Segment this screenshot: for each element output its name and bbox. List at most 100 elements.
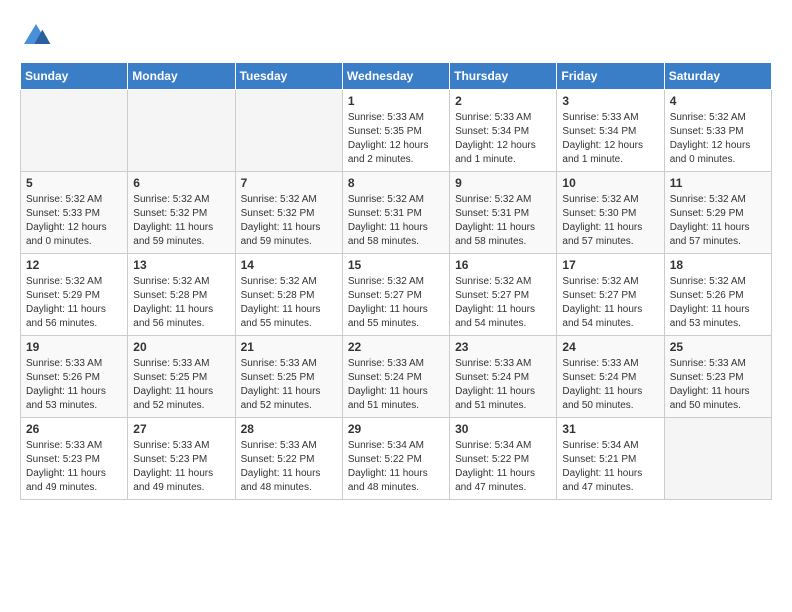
sunset-text: Sunset: 5:30 PM [562,208,636,219]
sunset-text: Sunset: 5:32 PM [133,208,207,219]
sunrise-text: Sunrise: 5:33 AM [26,440,102,451]
calendar-cell: 14 Sunrise: 5:32 AM Sunset: 5:28 PM Dayl… [235,254,342,336]
day-info: Sunrise: 5:33 AM Sunset: 5:26 PM Dayligh… [26,357,122,413]
day-info: Sunrise: 5:34 AM Sunset: 5:22 PM Dayligh… [348,439,444,495]
sunrise-text: Sunrise: 5:33 AM [455,358,531,369]
column-header-wednesday: Wednesday [342,63,449,90]
calendar-cell: 2 Sunrise: 5:33 AM Sunset: 5:34 PM Dayli… [450,90,557,172]
daylight-text: Daylight: 11 hours and 53 minutes. [670,304,750,329]
daylight-text: Daylight: 11 hours and 54 minutes. [455,304,535,329]
day-number: 7 [241,176,337,190]
calendar-header-row: SundayMondayTuesdayWednesdayThursdayFrid… [21,63,772,90]
calendar-cell [235,90,342,172]
calendar-cell: 9 Sunrise: 5:32 AM Sunset: 5:31 PM Dayli… [450,172,557,254]
calendar-cell: 12 Sunrise: 5:32 AM Sunset: 5:29 PM Dayl… [21,254,128,336]
daylight-text: Daylight: 12 hours and 0 minutes. [670,140,751,165]
sunrise-text: Sunrise: 5:33 AM [241,358,317,369]
daylight-text: Daylight: 11 hours and 47 minutes. [562,468,642,493]
day-info: Sunrise: 5:33 AM Sunset: 5:35 PM Dayligh… [348,111,444,167]
day-number: 20 [133,340,229,354]
column-header-thursday: Thursday [450,63,557,90]
sunrise-text: Sunrise: 5:32 AM [670,194,746,205]
sunrise-text: Sunrise: 5:33 AM [133,440,209,451]
sunset-text: Sunset: 5:28 PM [133,290,207,301]
day-number: 11 [670,176,766,190]
sunrise-text: Sunrise: 5:32 AM [26,194,102,205]
sunset-text: Sunset: 5:33 PM [26,208,100,219]
sunset-text: Sunset: 5:31 PM [455,208,529,219]
day-info: Sunrise: 5:33 AM Sunset: 5:24 PM Dayligh… [348,357,444,413]
day-number: 26 [26,422,122,436]
day-info: Sunrise: 5:32 AM Sunset: 5:31 PM Dayligh… [348,193,444,249]
daylight-text: Daylight: 11 hours and 52 minutes. [133,386,213,411]
sunset-text: Sunset: 5:34 PM [455,126,529,137]
calendar-cell: 5 Sunrise: 5:32 AM Sunset: 5:33 PM Dayli… [21,172,128,254]
day-info: Sunrise: 5:32 AM Sunset: 5:32 PM Dayligh… [241,193,337,249]
day-info: Sunrise: 5:32 AM Sunset: 5:27 PM Dayligh… [348,275,444,331]
sunrise-text: Sunrise: 5:32 AM [562,194,638,205]
calendar-cell: 26 Sunrise: 5:33 AM Sunset: 5:23 PM Dayl… [21,418,128,500]
sunset-text: Sunset: 5:22 PM [241,454,315,465]
sunrise-text: Sunrise: 5:32 AM [670,276,746,287]
calendar-week-4: 19 Sunrise: 5:33 AM Sunset: 5:26 PM Dayl… [21,336,772,418]
sunset-text: Sunset: 5:35 PM [348,126,422,137]
sunset-text: Sunset: 5:27 PM [348,290,422,301]
day-number: 15 [348,258,444,272]
day-info: Sunrise: 5:32 AM Sunset: 5:31 PM Dayligh… [455,193,551,249]
sunrise-text: Sunrise: 5:32 AM [241,276,317,287]
sunset-text: Sunset: 5:25 PM [133,372,207,383]
day-info: Sunrise: 5:32 AM Sunset: 5:33 PM Dayligh… [26,193,122,249]
daylight-text: Daylight: 11 hours and 51 minutes. [455,386,535,411]
calendar-cell: 27 Sunrise: 5:33 AM Sunset: 5:23 PM Dayl… [128,418,235,500]
sunrise-text: Sunrise: 5:32 AM [348,276,424,287]
sunset-text: Sunset: 5:29 PM [670,208,744,219]
sunset-text: Sunset: 5:31 PM [348,208,422,219]
day-number: 19 [26,340,122,354]
daylight-text: Daylight: 12 hours and 1 minute. [562,140,643,165]
day-info: Sunrise: 5:34 AM Sunset: 5:22 PM Dayligh… [455,439,551,495]
day-number: 10 [562,176,658,190]
day-number: 14 [241,258,337,272]
daylight-text: Daylight: 11 hours and 56 minutes. [26,304,106,329]
calendar-cell: 15 Sunrise: 5:32 AM Sunset: 5:27 PM Dayl… [342,254,449,336]
day-info: Sunrise: 5:33 AM Sunset: 5:22 PM Dayligh… [241,439,337,495]
day-info: Sunrise: 5:33 AM Sunset: 5:23 PM Dayligh… [670,357,766,413]
day-info: Sunrise: 5:32 AM Sunset: 5:26 PM Dayligh… [670,275,766,331]
sunrise-text: Sunrise: 5:34 AM [562,440,638,451]
day-info: Sunrise: 5:32 AM Sunset: 5:29 PM Dayligh… [670,193,766,249]
day-info: Sunrise: 5:33 AM Sunset: 5:23 PM Dayligh… [26,439,122,495]
sunset-text: Sunset: 5:21 PM [562,454,636,465]
day-number: 9 [455,176,551,190]
calendar-cell: 19 Sunrise: 5:33 AM Sunset: 5:26 PM Dayl… [21,336,128,418]
day-number: 13 [133,258,229,272]
sunset-text: Sunset: 5:33 PM [670,126,744,137]
daylight-text: Daylight: 11 hours and 52 minutes. [241,386,321,411]
calendar-cell: 8 Sunrise: 5:32 AM Sunset: 5:31 PM Dayli… [342,172,449,254]
sunset-text: Sunset: 5:32 PM [241,208,315,219]
day-info: Sunrise: 5:33 AM Sunset: 5:25 PM Dayligh… [133,357,229,413]
calendar-cell: 23 Sunrise: 5:33 AM Sunset: 5:24 PM Dayl… [450,336,557,418]
daylight-text: Daylight: 11 hours and 57 minutes. [562,222,642,247]
day-number: 23 [455,340,551,354]
calendar-cell: 21 Sunrise: 5:33 AM Sunset: 5:25 PM Dayl… [235,336,342,418]
column-header-sunday: Sunday [21,63,128,90]
sunrise-text: Sunrise: 5:32 AM [562,276,638,287]
calendar-week-1: 1 Sunrise: 5:33 AM Sunset: 5:35 PM Dayli… [21,90,772,172]
daylight-text: Daylight: 11 hours and 54 minutes. [562,304,642,329]
daylight-text: Daylight: 11 hours and 48 minutes. [241,468,321,493]
sunrise-text: Sunrise: 5:32 AM [26,276,102,287]
sunrise-text: Sunrise: 5:33 AM [348,358,424,369]
calendar-week-2: 5 Sunrise: 5:32 AM Sunset: 5:33 PM Dayli… [21,172,772,254]
day-info: Sunrise: 5:32 AM Sunset: 5:30 PM Dayligh… [562,193,658,249]
day-info: Sunrise: 5:33 AM Sunset: 5:34 PM Dayligh… [562,111,658,167]
calendar-week-3: 12 Sunrise: 5:32 AM Sunset: 5:29 PM Dayl… [21,254,772,336]
day-number: 8 [348,176,444,190]
column-header-saturday: Saturday [664,63,771,90]
day-number: 6 [133,176,229,190]
day-info: Sunrise: 5:33 AM Sunset: 5:34 PM Dayligh… [455,111,551,167]
daylight-text: Daylight: 11 hours and 50 minutes. [670,386,750,411]
sunrise-text: Sunrise: 5:34 AM [348,440,424,451]
sunset-text: Sunset: 5:27 PM [562,290,636,301]
daylight-text: Daylight: 11 hours and 48 minutes. [348,468,428,493]
sunset-text: Sunset: 5:27 PM [455,290,529,301]
